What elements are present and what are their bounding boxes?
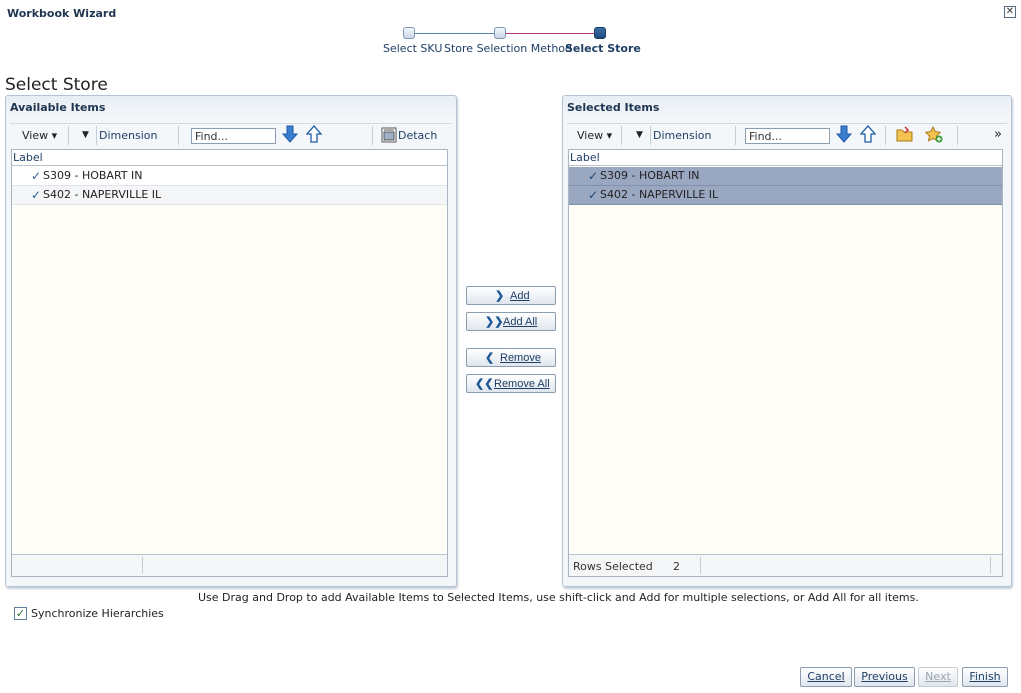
detach-button[interactable]: Detach	[398, 129, 437, 142]
title-bar: Workbook Wizard ✕	[0, 0, 1021, 26]
instruction-text: Use Drag and Drop to add Available Items…	[198, 591, 919, 604]
find-previous-icon[interactable]	[305, 125, 323, 146]
check-icon: ✓	[588, 188, 599, 202]
train-label-select-store: Select Store	[565, 42, 641, 55]
favorite-add-icon[interactable]	[924, 125, 943, 146]
chevron-left-icon: ❮	[485, 352, 495, 364]
row-label: S309 - HOBART IN	[43, 169, 143, 182]
selected-items-panel: Selected Items View ▾ ▼ Dimension » Labe…	[562, 95, 1012, 587]
chevron-down-icon[interactable]: ▼	[82, 130, 89, 140]
table-row[interactable]: ✓ S309 - HOBART IN	[569, 167, 1002, 186]
detach-icon[interactable]	[381, 127, 397, 146]
window-title: Workbook Wizard	[7, 7, 117, 20]
table-row[interactable]: ✓ S309 - HOBART IN	[12, 167, 447, 186]
find-next-icon[interactable]	[281, 125, 299, 146]
synchronize-hierarchies-checkbox[interactable]: ✓	[14, 607, 27, 620]
cancel-button[interactable]: Cancel	[800, 667, 852, 687]
dimension-dropdown[interactable]: Dimension	[653, 129, 711, 142]
selected-items-title: Selected Items	[567, 101, 660, 114]
check-icon: ✓	[31, 169, 42, 183]
remove-button[interactable]: ❮ Remove	[466, 348, 556, 367]
find-previous-icon[interactable]	[859, 125, 877, 146]
train-label-select-sku[interactable]: Select SKU	[383, 42, 442, 55]
previous-button[interactable]: Previous	[854, 667, 915, 687]
available-items-table: Label ✓ S309 - HOBART IN ✓ S402 - NAPERV…	[11, 149, 448, 577]
more-overflow-button[interactable]: »	[994, 127, 1002, 142]
table-row[interactable]: ✓ S402 - NAPERVILLE IL	[569, 186, 1002, 205]
remove-all-button[interactable]: ❮❮ Remove All	[466, 374, 556, 393]
rows-selected-count: 2	[673, 560, 680, 573]
page-title: Select Store	[5, 75, 108, 95]
column-header-label[interactable]: Label	[12, 150, 447, 166]
train-label-store-selection-method[interactable]: Store Selection Method	[444, 42, 572, 55]
train-stop-store-selection-method[interactable]	[494, 27, 506, 39]
double-chevron-left-icon: ❮❮	[475, 378, 494, 390]
table-row[interactable]: ✓ S402 - NAPERVILLE IL	[12, 186, 447, 205]
view-menu[interactable]: View ▾	[22, 129, 57, 142]
train-connector	[506, 33, 594, 34]
find-input[interactable]	[191, 128, 276, 144]
rows-selected-label: Rows Selected	[573, 560, 653, 573]
double-chevron-right-icon: ❯❯	[485, 316, 504, 328]
selected-items-table: Label ✓ S309 - HOBART IN ✓ S402 - NAPERV…	[568, 149, 1003, 577]
chevron-down-icon[interactable]: ▼	[636, 130, 643, 140]
synchronize-hierarchies-label[interactable]: Synchronize Hierarchies	[31, 607, 164, 620]
available-toolbar: View ▾ ▼ Dimension Detach	[10, 123, 452, 147]
available-items-panel: Available Items View ▾ ▼ Dimension Detac…	[5, 95, 457, 587]
row-label: S402 - NAPERVILLE IL	[600, 188, 719, 201]
add-button[interactable]: ❯ Add	[466, 286, 556, 305]
dimension-dropdown[interactable]: Dimension	[99, 129, 157, 142]
train-connector	[415, 33, 500, 34]
row-label: S309 - HOBART IN	[600, 169, 700, 182]
wizard-train: Select SKU Store Selection Method Select…	[380, 26, 641, 60]
available-status-bar	[12, 554, 447, 576]
check-icon: ✓	[588, 169, 599, 183]
selected-toolbar: View ▾ ▼ Dimension »	[567, 123, 1007, 147]
train-stop-select-store	[594, 27, 606, 39]
close-icon[interactable]: ✕	[1004, 6, 1016, 18]
chevron-right-icon: ❯	[495, 290, 505, 302]
selected-status-bar: Rows Selected 2	[569, 554, 1002, 576]
find-input[interactable]	[745, 128, 830, 144]
row-label: S402 - NAPERVILLE IL	[43, 188, 162, 201]
check-icon: ✓	[31, 188, 42, 202]
train-stop-select-sku[interactable]	[403, 27, 415, 39]
next-button: Next	[918, 667, 958, 687]
find-next-icon[interactable]	[835, 125, 853, 146]
folder-icon[interactable]	[896, 126, 914, 145]
add-all-button[interactable]: ❯❯ Add All	[466, 312, 556, 331]
finish-button[interactable]: Finish	[962, 667, 1008, 687]
column-header-label[interactable]: Label	[569, 150, 1002, 166]
available-items-title: Available Items	[10, 101, 106, 114]
view-menu[interactable]: View ▾	[577, 129, 612, 142]
